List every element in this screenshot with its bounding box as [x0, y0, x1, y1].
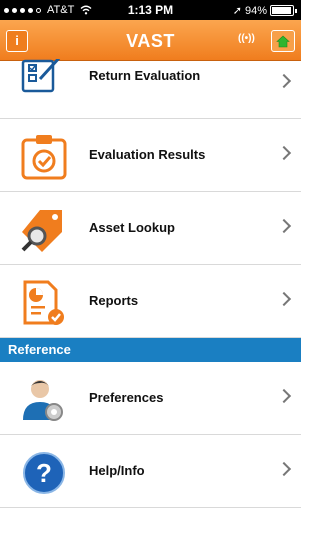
status-right: ➚ 94%	[233, 4, 297, 17]
chevron-right-icon	[276, 461, 292, 477]
chevron-right-icon	[276, 388, 292, 404]
clipboard-check-icon	[21, 135, 67, 180]
section-header-reference: Reference	[0, 338, 301, 362]
battery-fill	[272, 7, 291, 14]
chevron-right-icon	[276, 145, 292, 161]
tag-magnifier-icon	[21, 210, 62, 252]
menu-item-preferences[interactable]: Preferences	[0, 362, 301, 435]
location-arrow-icon: ➚	[232, 5, 242, 17]
user-gear-icon	[23, 380, 63, 421]
battery-icon	[270, 5, 294, 16]
help-question-icon: ?	[23, 452, 65, 494]
return-evaluation-icon	[21, 59, 61, 93]
menu-item-label: Asset Lookup	[89, 220, 175, 235]
svg-text:?: ?	[36, 458, 52, 488]
nav-bar: i VAST ((•))	[0, 20, 301, 61]
signal-broadcast-icon[interactable]: ((•))	[238, 33, 255, 44]
menu-item-reports[interactable]: Reports	[0, 265, 301, 338]
main-menu-list: Return Evaluation Evaluation Results Ass…	[0, 59, 301, 508]
chevron-right-icon	[276, 291, 292, 307]
menu-item-label: Help/Info	[89, 463, 145, 478]
menu-item-return-evaluation[interactable]: Return Evaluation	[0, 59, 301, 119]
chevron-right-icon	[276, 73, 292, 89]
page-title: VAST	[126, 31, 175, 51]
status-bar: AT&T 1:13 PM ➚ 94%	[0, 0, 301, 20]
menu-item-label: Reports	[89, 293, 139, 308]
app-screen: AT&T 1:13 PM ➚ 94% i VAST ((•)) Return E…	[0, 0, 301, 535]
battery-percent: 94%	[244, 4, 267, 17]
menu-item-evaluation-results[interactable]: Evaluation Results	[0, 119, 301, 192]
menu-item-label: Preferences	[89, 390, 164, 405]
chevron-right-icon	[276, 218, 292, 234]
menu-item-asset-lookup[interactable]: Asset Lookup	[0, 192, 301, 265]
battery-tip	[295, 8, 297, 13]
report-chart-icon	[23, 280, 64, 325]
home-button[interactable]	[271, 30, 295, 52]
home-icon	[276, 35, 290, 47]
menu-item-help-info[interactable]: ? Help/Info	[0, 435, 301, 508]
menu-item-label: Evaluation Results	[89, 147, 206, 162]
menu-item-label: Return Evaluation	[89, 68, 201, 83]
